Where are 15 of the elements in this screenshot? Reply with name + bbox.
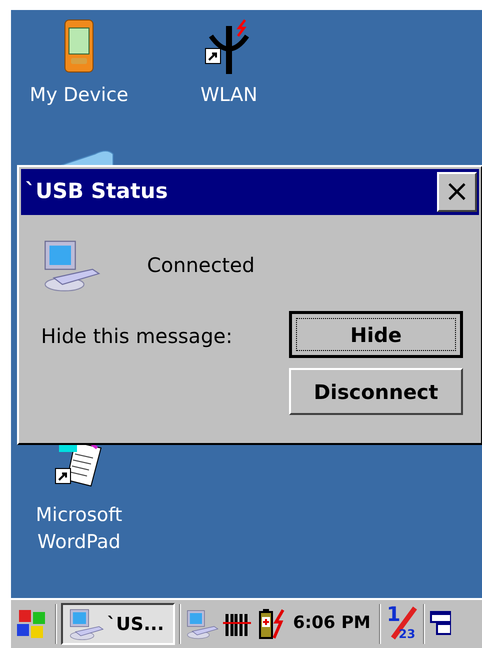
clock[interactable]: 6:06 PM [293, 611, 371, 637]
task-button[interactable]: `US... [61, 603, 175, 645]
computer-icon [185, 608, 219, 640]
computer-icon [67, 607, 105, 641]
battery-icon[interactable] [257, 608, 285, 640]
action-button[interactable]: Disconnect [289, 368, 463, 415]
prompt-text: Hide this message: [41, 323, 232, 350]
close-button[interactable]: × [437, 172, 477, 212]
icon-label: Microsoft WordPad [34, 503, 124, 555]
input-panel-button[interactable]: 1 23 [384, 604, 419, 644]
icon-label: My Device [28, 83, 130, 108]
status-text: Connected [147, 252, 255, 279]
window-title: `USB Status [25, 178, 168, 206]
icon-label: WLAN [199, 83, 259, 108]
action-button[interactable]: Hide [289, 311, 463, 358]
